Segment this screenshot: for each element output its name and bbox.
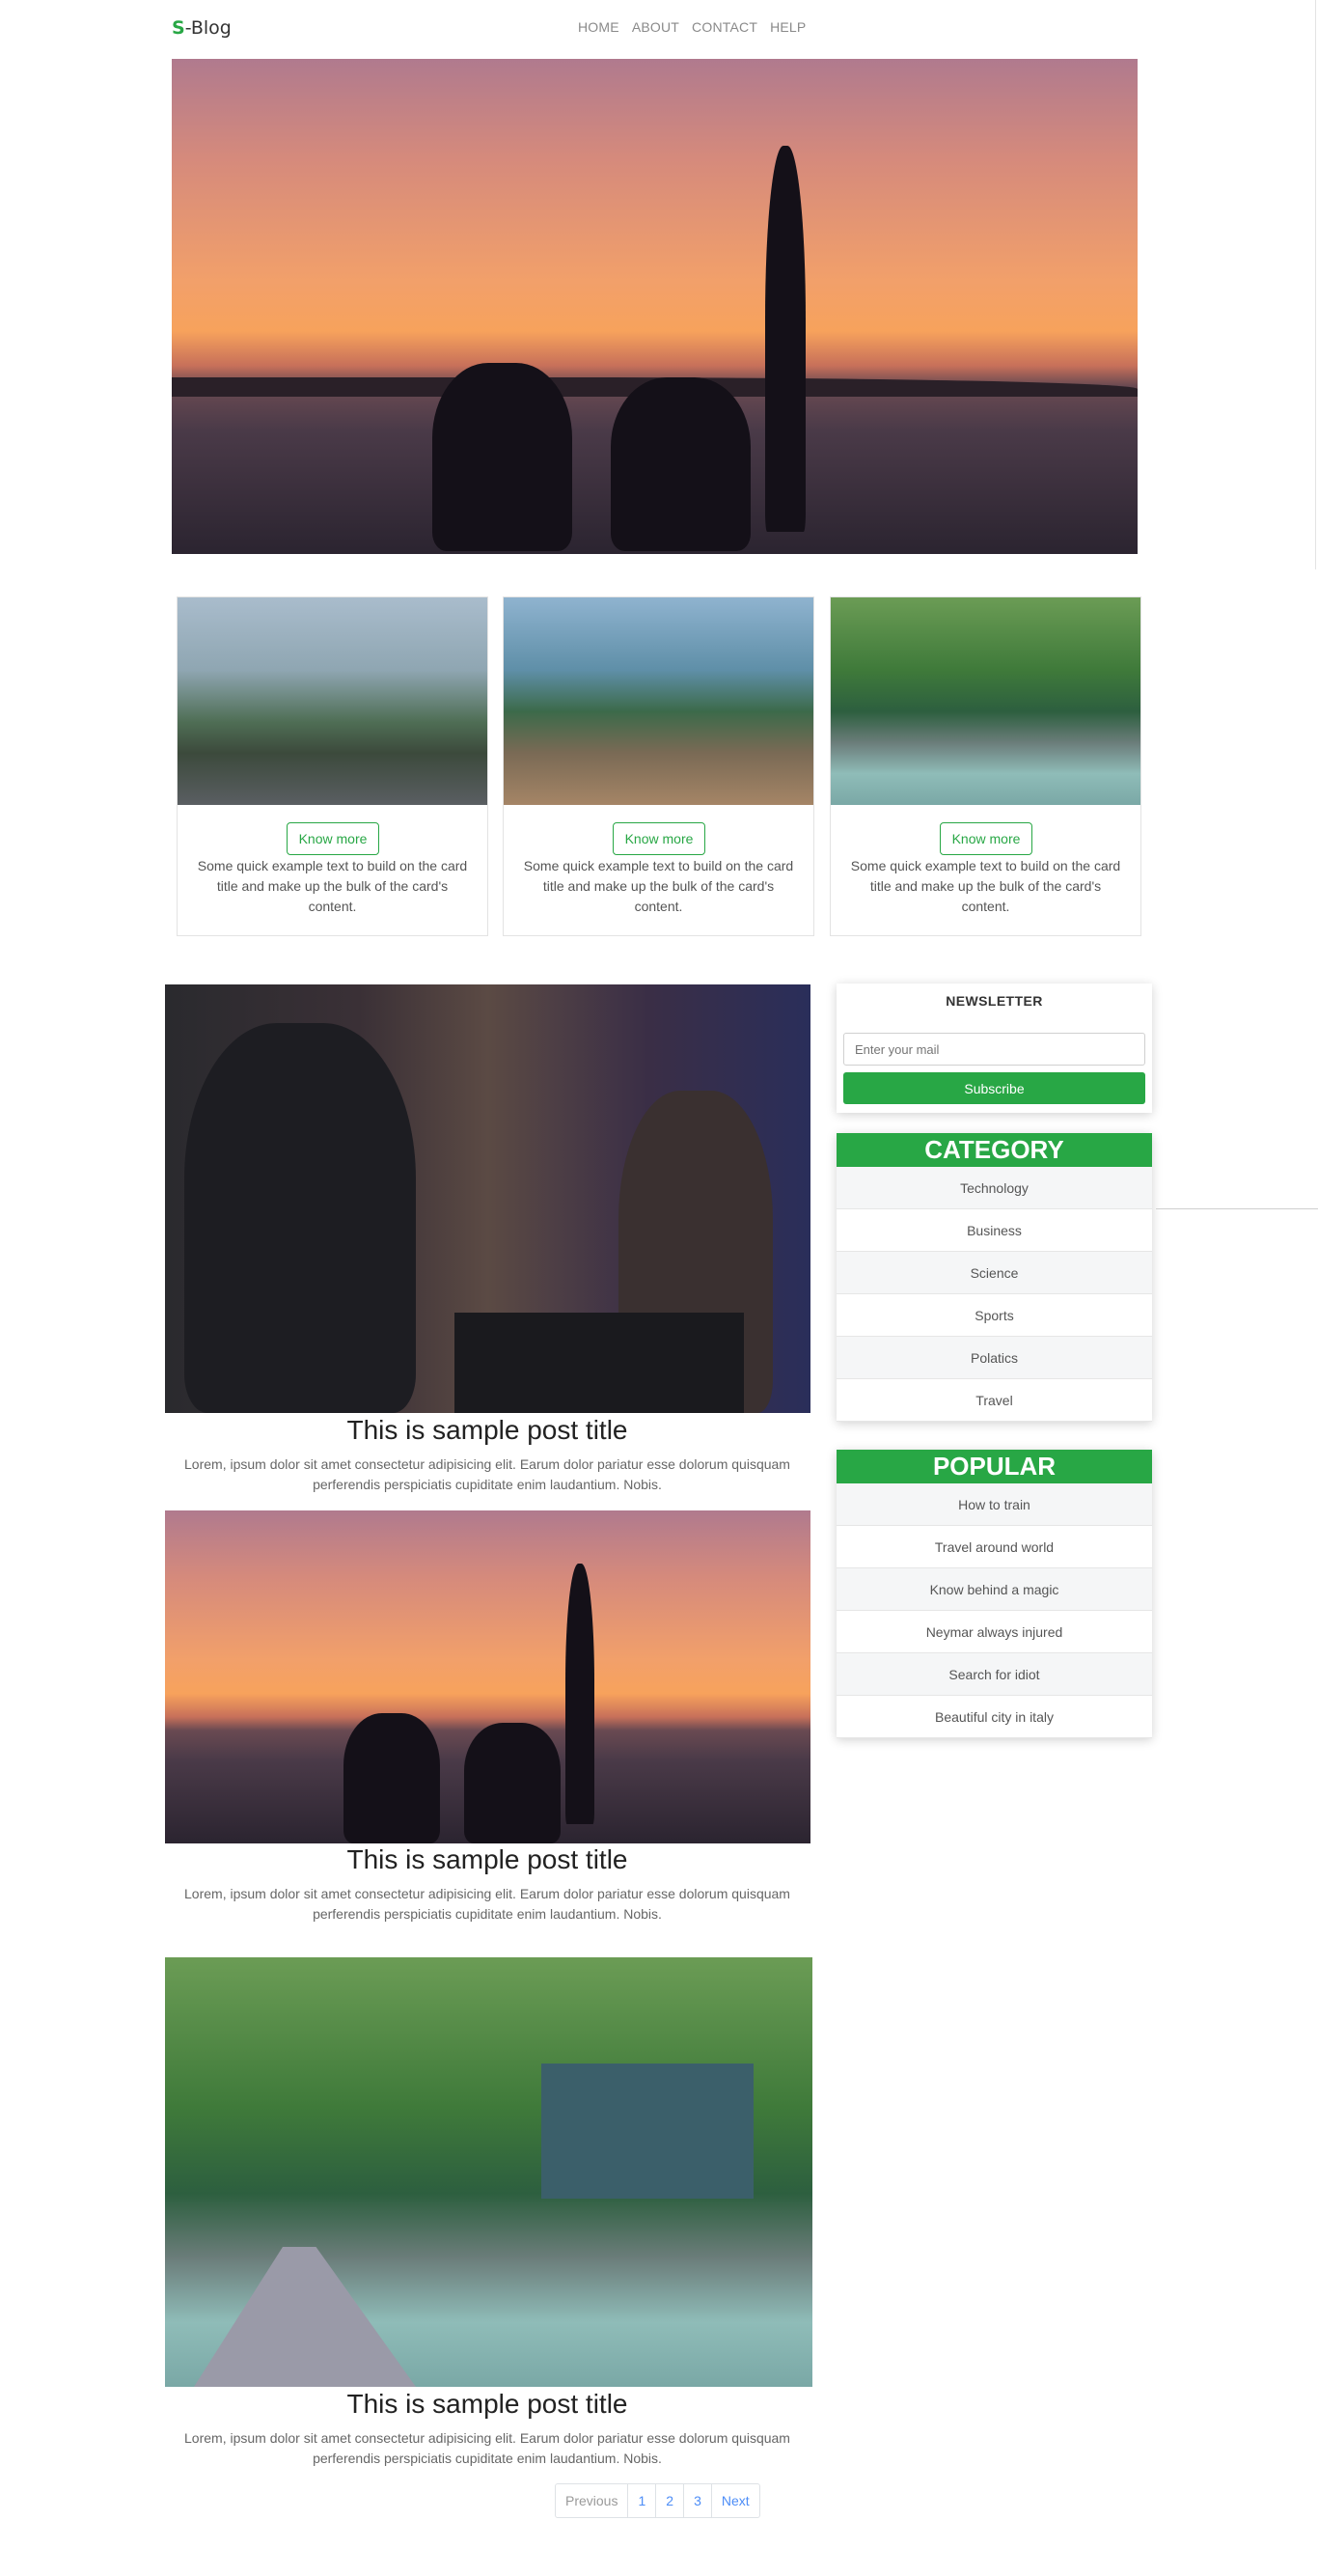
know-more-button[interactable]: Know more [287, 822, 379, 855]
pagination-next[interactable]: Next [712, 2484, 759, 2517]
card-image [504, 597, 813, 805]
category-item[interactable]: Science [837, 1252, 1152, 1294]
card-image [178, 597, 487, 805]
post-excerpt: Lorem, ipsum dolor sit amet consectetur … [184, 1886, 790, 1922]
post-title[interactable]: This is sample post title [165, 1415, 810, 1446]
post-title[interactable]: This is sample post title [165, 1844, 810, 1875]
post-image[interactable] [165, 984, 810, 1413]
hero-image [172, 59, 1138, 554]
popular-item[interactable]: Know behind a magic [837, 1568, 1152, 1611]
feature-card: Know more Some quick example text to bui… [503, 596, 814, 936]
divider-line [1156, 1208, 1318, 1209]
category-item[interactable]: Business [837, 1209, 1152, 1252]
brand-prefix: S [172, 17, 185, 39]
card-image [831, 597, 1140, 805]
nav-help-link[interactable]: HELP [770, 19, 806, 35]
post-image[interactable] [165, 1957, 812, 2387]
newsletter-box: NEWSLETTER Subscribe [837, 983, 1152, 1113]
popular-item[interactable]: Travel around world [837, 1526, 1152, 1568]
feature-card: Know more Some quick example text to bui… [830, 596, 1141, 936]
nav-about-link[interactable]: ABOUT [632, 19, 679, 35]
nav-contact-link[interactable]: CONTACT [692, 19, 757, 35]
subscribe-button[interactable]: Subscribe [843, 1072, 1145, 1104]
divider-line [1315, 0, 1316, 569]
category-item[interactable]: Polatics [837, 1337, 1152, 1379]
post-title[interactable]: This is sample post title [165, 2389, 810, 2420]
card-text: Some quick example text to build on the … [523, 858, 794, 914]
navbar: S-Blog HOME ABOUT CONTACT HELP [0, 0, 1318, 56]
post-image[interactable] [165, 1510, 810, 1843]
category-title: CATEGORY [837, 1133, 1152, 1167]
post-excerpt: Lorem, ipsum dolor sit amet consectetur … [184, 2430, 790, 2466]
pagination-page-3[interactable]: 3 [684, 2484, 712, 2517]
nav-links: HOME ABOUT CONTACT HELP [578, 19, 806, 35]
pagination-page-2[interactable]: 2 [656, 2484, 685, 2517]
feature-card: Know more Some quick example text to bui… [177, 596, 488, 936]
popular-item[interactable]: How to train [837, 1483, 1152, 1526]
card-text: Some quick example text to build on the … [850, 858, 1121, 914]
category-item[interactable]: Travel [837, 1379, 1152, 1422]
popular-item[interactable]: Beautiful city in italy [837, 1696, 1152, 1738]
newsletter-email-input[interactable] [843, 1033, 1145, 1066]
card-text: Some quick example text to build on the … [197, 858, 468, 914]
pagination-previous[interactable]: Previous [556, 2484, 629, 2517]
know-more-button[interactable]: Know more [940, 822, 1032, 855]
category-item[interactable]: Sports [837, 1294, 1152, 1337]
brand-suffix: -Blog [184, 17, 232, 39]
pagination-page-1[interactable]: 1 [628, 2484, 657, 2517]
know-more-button[interactable]: Know more [613, 822, 705, 855]
category-item[interactable]: Technology [837, 1167, 1152, 1209]
brand-logo[interactable]: S-Blog [172, 17, 232, 39]
popular-title: POPULAR [837, 1450, 1152, 1483]
popular-box: POPULAR How to train Travel around world… [837, 1450, 1152, 1738]
nav-home-link[interactable]: HOME [578, 19, 619, 35]
popular-item[interactable]: Search for idiot [837, 1653, 1152, 1696]
newsletter-title: NEWSLETTER [946, 993, 1043, 1009]
popular-item[interactable]: Neymar always injured [837, 1611, 1152, 1653]
category-box: CATEGORY Technology Business Science Spo… [837, 1133, 1152, 1422]
pagination: Previous 1 2 3 Next [555, 2483, 760, 2518]
post-excerpt: Lorem, ipsum dolor sit amet consectetur … [184, 1456, 790, 1492]
